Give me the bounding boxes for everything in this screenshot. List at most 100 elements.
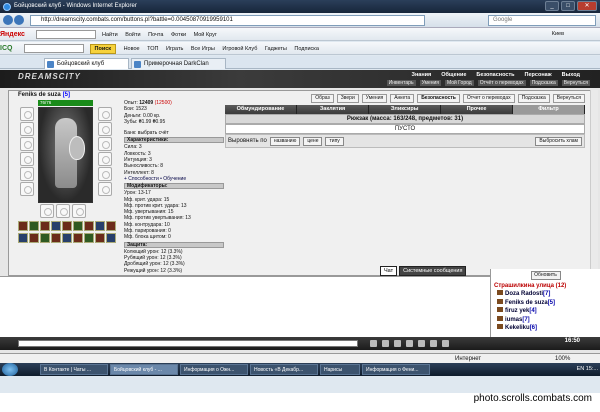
toolbar-item-new[interactable]: Новое (124, 43, 140, 54)
submenu-inventory[interactable]: Инвентарь (386, 80, 416, 86)
skills-link[interactable]: + Способности • Обучение (124, 176, 224, 182)
player-entry[interactable]: Kekeliku[6] (491, 324, 600, 333)
spell-icon[interactable] (51, 221, 61, 231)
task-item[interactable]: Нарисы (320, 364, 360, 375)
vertical-scrollbar[interactable] (590, 90, 598, 276)
icq-logo[interactable]: ICQ (0, 42, 12, 54)
spell-icon[interactable] (84, 221, 94, 231)
sort-by-name-button[interactable]: названию (269, 136, 301, 146)
yandex-logo[interactable]: Яндекс (0, 28, 25, 40)
menu-exit[interactable]: Выход (562, 72, 580, 78)
characteristics-header[interactable]: Характеристики: (124, 137, 224, 144)
search-field[interactable]: Google (488, 15, 596, 26)
send-icon[interactable] (370, 340, 377, 347)
language-indicator[interactable]: EN (577, 366, 585, 372)
toolbar-item-play[interactable]: Играть (166, 43, 183, 54)
toolbar-item-photos[interactable]: Фотки (171, 29, 186, 40)
task-item[interactable]: Информация о Фени... (362, 364, 430, 375)
menu-character[interactable]: Персонаж (525, 72, 552, 78)
minimize-button[interactable]: _ (545, 1, 559, 11)
spell-icon[interactable] (40, 221, 50, 231)
yandex-search-input[interactable] (36, 30, 97, 40)
toolbar-item-login[interactable]: Войти (125, 29, 140, 40)
btn-security[interactable]: Безопасность (417, 94, 460, 103)
player-entry[interactable]: iumas[7] (491, 315, 600, 325)
player-entry[interactable]: Doza Radosti[7] (491, 290, 600, 299)
task-item[interactable]: Новость «В Декабр... (250, 364, 318, 375)
defense-header[interactable]: Защита: (124, 241, 224, 248)
smiles-icon[interactable] (394, 340, 401, 347)
ring-slot[interactable] (98, 152, 112, 166)
btn-profile[interactable]: Анкета (390, 94, 415, 103)
spell-icon[interactable] (51, 233, 61, 243)
shield-slot[interactable] (98, 137, 112, 151)
back-icon[interactable] (3, 15, 13, 25)
submenu-city[interactable]: Мой Город (445, 80, 474, 86)
tab-elixirs[interactable]: Эликсиры (369, 105, 441, 114)
btn-return[interactable]: Вернуться (552, 94, 585, 103)
task-item[interactable]: Бойцовский клуб - ... (110, 364, 178, 375)
spell-icon[interactable] (18, 221, 28, 231)
character-avatar[interactable] (38, 107, 93, 203)
task-item[interactable]: Информация о Ожн... (180, 364, 248, 375)
btn-pets[interactable]: Звери (336, 94, 359, 103)
spell-icon[interactable] (62, 221, 72, 231)
tab-other[interactable]: Прочее (441, 105, 513, 114)
spell-icon[interactable] (106, 221, 116, 231)
submenu-transfers[interactable]: Отчёт о переводах (477, 80, 526, 86)
spell-icon[interactable] (95, 233, 105, 243)
btn-transfers[interactable]: Отчет о переводах (462, 94, 515, 103)
submenu-skills[interactable]: Умения (419, 80, 441, 86)
spell-icon[interactable] (95, 221, 105, 231)
discard-junk-button[interactable]: Выбросить хлам (535, 136, 582, 146)
menu-security[interactable]: Безопасность (476, 72, 514, 78)
bracer-slot[interactable] (98, 107, 112, 121)
bag-slot-2[interactable] (56, 204, 70, 218)
tab-fight-club[interactable]: Бойцовский клуб (44, 58, 129, 69)
bag-slot-1[interactable] (40, 204, 54, 218)
maximize-button[interactable]: □ (561, 1, 575, 11)
weather-city[interactable]: Киев (552, 28, 564, 40)
icq-search-button[interactable]: Поиск (89, 44, 117, 54)
toolbar-item-all-games[interactable]: Все Игры (191, 43, 215, 54)
armor-slot[interactable] (20, 167, 34, 181)
toolbar-item-top[interactable]: ТОП (147, 43, 158, 54)
submenu-return[interactable]: Вернуться (561, 80, 590, 86)
sort-by-price-button[interactable]: цене (303, 136, 323, 146)
close-button[interactable]: ✕ (577, 1, 597, 11)
spell-icon[interactable] (73, 221, 83, 231)
earring-slot[interactable] (20, 122, 34, 136)
sort-by-type-button[interactable]: типу (325, 136, 344, 146)
character-name[interactable]: Feniks de suza [5] (18, 92, 70, 98)
belt-slot[interactable] (20, 182, 34, 196)
bank-link[interactable]: Банк: выбрать счёт (124, 130, 224, 136)
btn-image[interactable]: Образ (311, 94, 334, 103)
tab-darkclan[interactable]: Примерочная DarkClan (131, 58, 226, 69)
chat-input[interactable] (18, 340, 358, 347)
tab-spells[interactable]: Заклятия (297, 105, 369, 114)
btn-hint[interactable]: Подсказка (517, 94, 550, 103)
spell-icon[interactable] (29, 221, 39, 231)
spell-icon[interactable] (62, 233, 72, 243)
spell-icon[interactable] (18, 233, 28, 243)
gloves-slot[interactable] (98, 122, 112, 136)
spell-icon[interactable] (106, 233, 116, 243)
exit-icon[interactable] (442, 340, 449, 347)
icq-search-input[interactable] (23, 44, 84, 54)
leggings-slot[interactable] (98, 167, 112, 181)
submenu-hint[interactable]: Подсказка (529, 80, 558, 86)
weapon-slot[interactable] (20, 152, 34, 166)
chat-area[interactable] (0, 276, 490, 337)
spell-icon[interactable] (40, 233, 50, 243)
toolbar-item-game-club[interactable]: Игровой Клуб (222, 43, 257, 54)
refresh-button[interactable]: Обновить (530, 271, 561, 280)
tab-filter[interactable]: Фильтр (513, 105, 585, 114)
clear-icon[interactable] (382, 340, 389, 347)
url-field[interactable]: http://dreamscity.combats.com/buttons.pl… (30, 15, 425, 26)
spell-icon[interactable] (73, 233, 83, 243)
bag-slot-3[interactable] (72, 204, 86, 218)
player-entry[interactable]: Feniks de suza[5] (491, 298, 600, 308)
spell-icon[interactable] (84, 233, 94, 243)
tab-equipment[interactable]: Обмундирование (225, 105, 297, 114)
toolbar-item-mail[interactable]: Почта (148, 29, 163, 40)
